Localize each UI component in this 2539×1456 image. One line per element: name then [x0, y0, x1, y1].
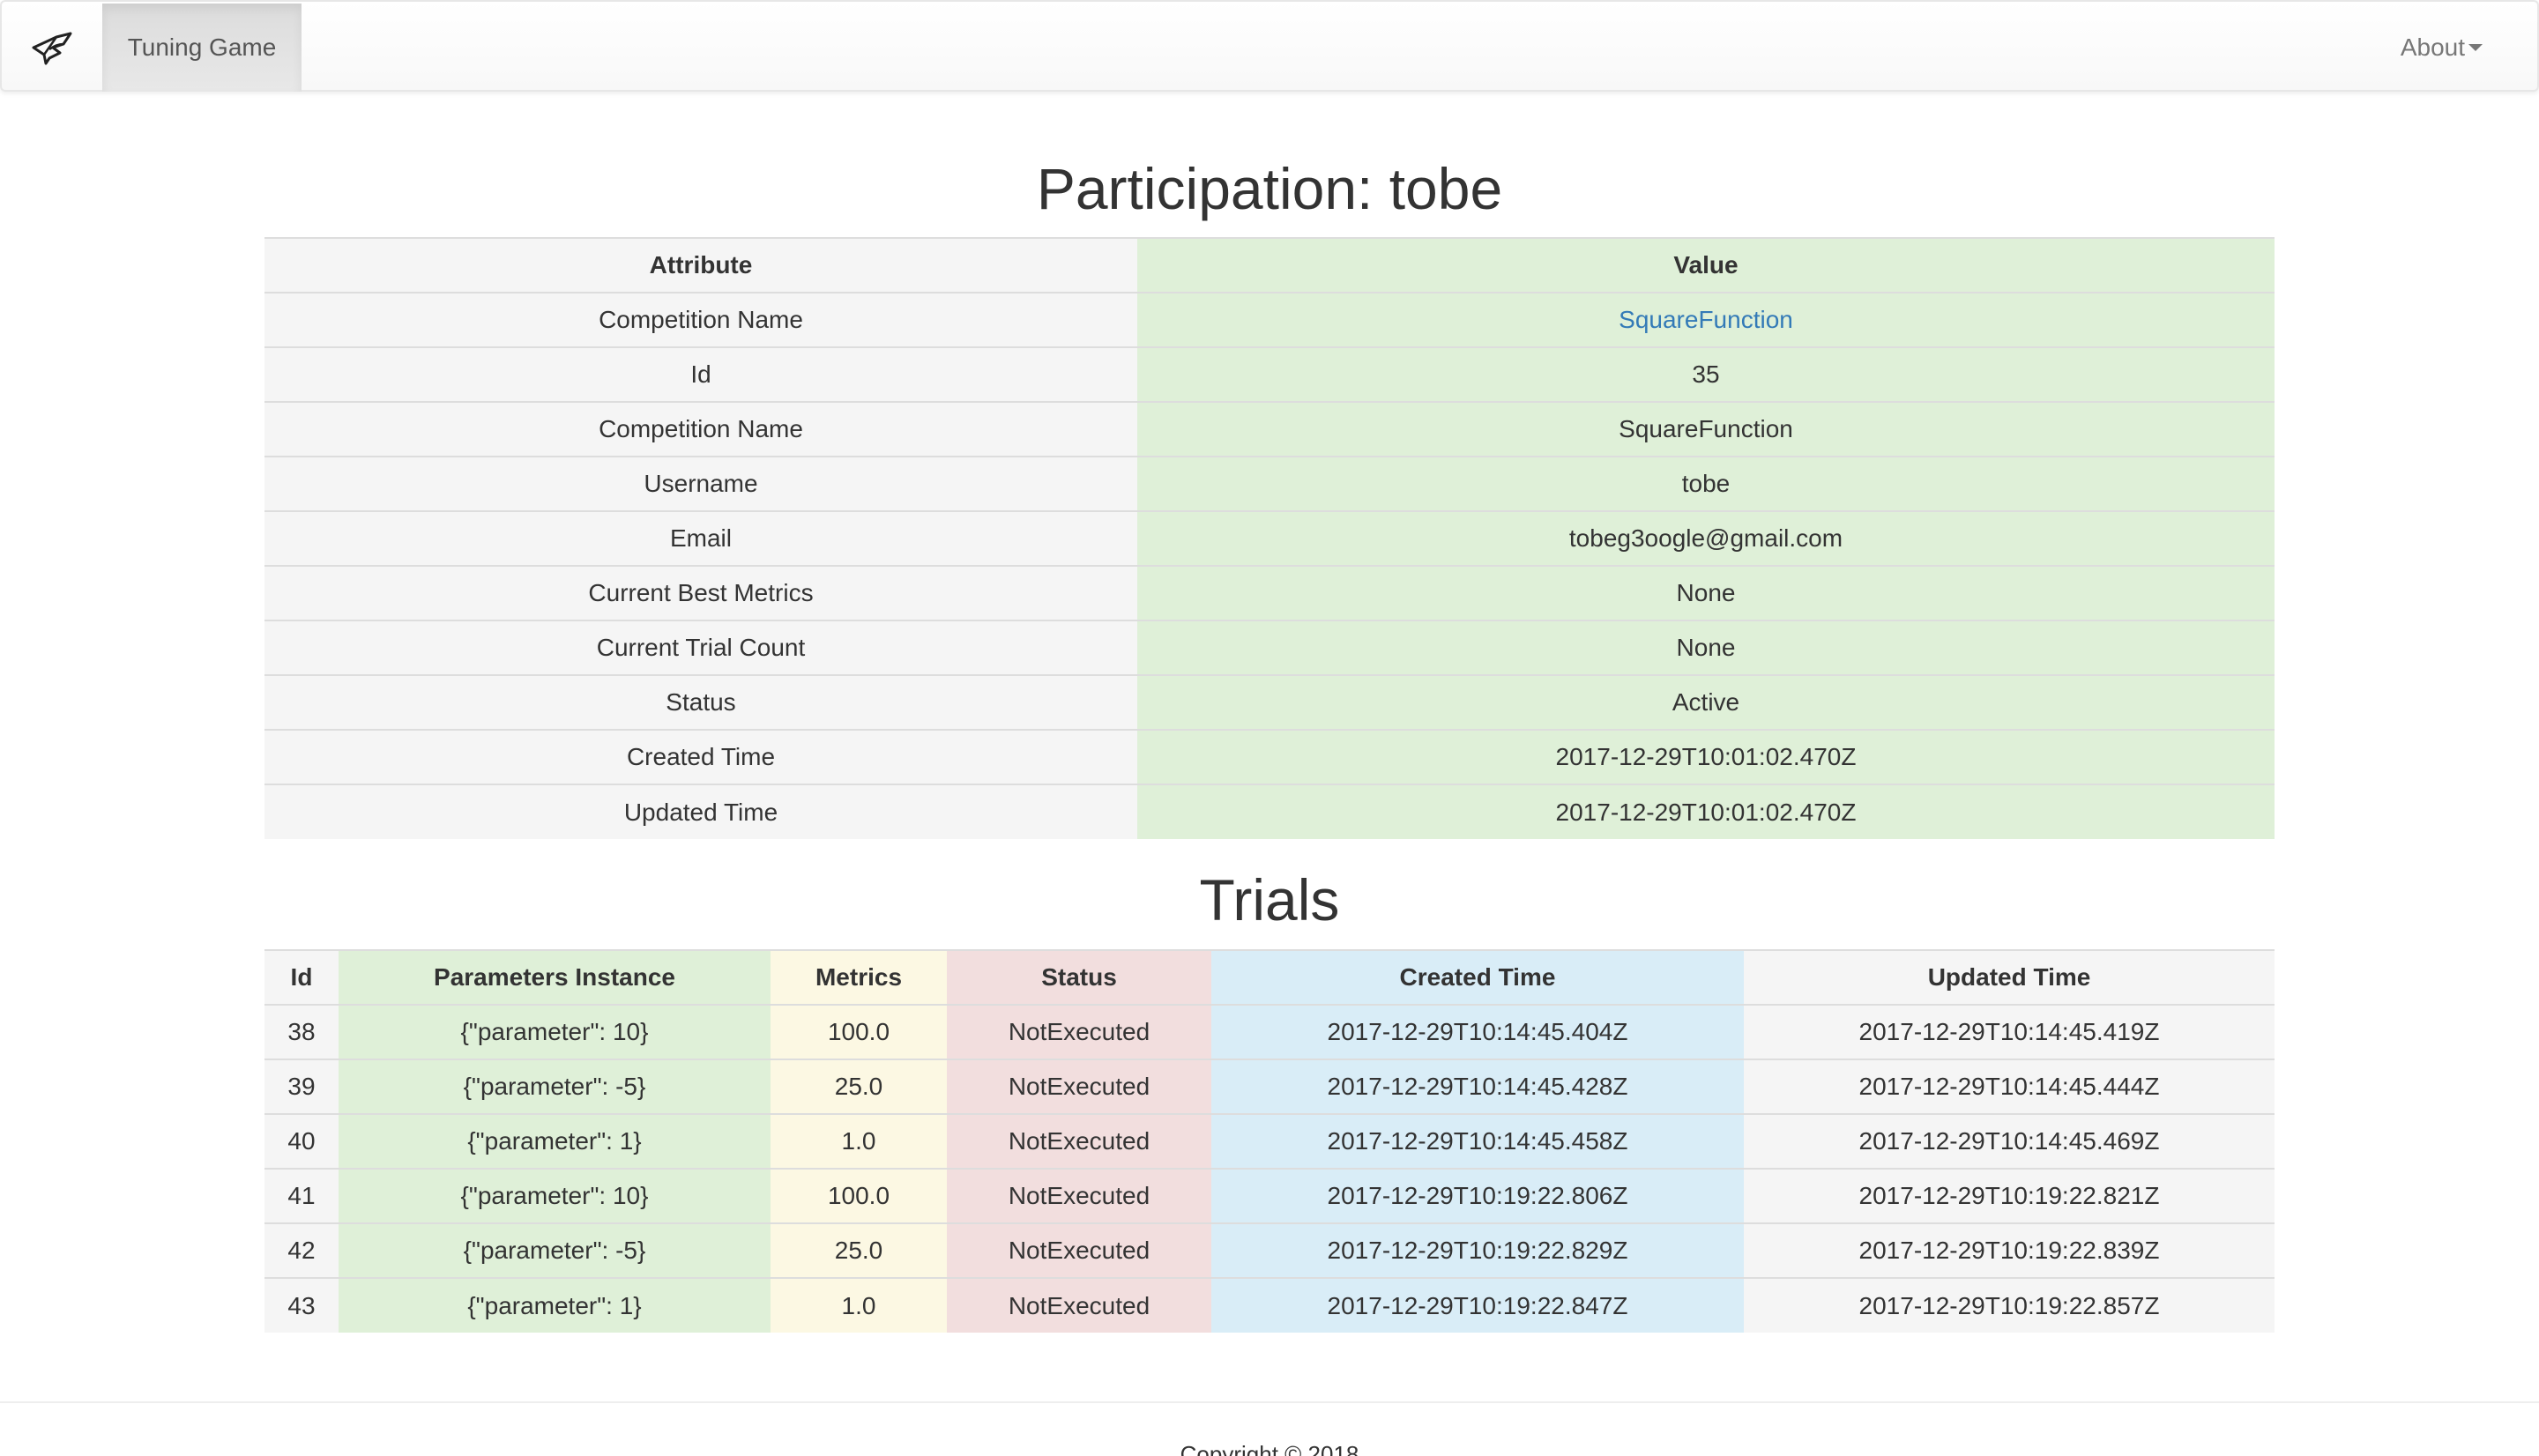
- table-row: Current Best Metrics None: [264, 565, 2275, 620]
- attribute-cell: Updated Time: [264, 784, 1137, 839]
- status-header: Status: [947, 949, 1211, 1006]
- competition-link[interactable]: SquareFunction: [1619, 306, 1793, 333]
- nav-tuning-game[interactable]: Tuning Game: [102, 4, 302, 92]
- attribute-cell: Username: [264, 456, 1137, 511]
- created-time-cell: 2017-12-29T10:19:22.829Z: [1211, 1222, 1744, 1278]
- attribute-cell: Current Best Metrics: [264, 565, 1137, 620]
- metrics-cell: 1.0: [771, 1277, 947, 1333]
- metrics-header: Metrics: [771, 949, 947, 1006]
- created-time-cell: 2017-12-29T10:14:45.458Z: [1211, 1113, 1744, 1169]
- table-row: Updated Time 2017-12-29T10:01:02.470Z: [264, 784, 2275, 839]
- footer-divider: [0, 1401, 2539, 1403]
- table-row: Username tobe: [264, 456, 2275, 511]
- status-cell: NotExecuted: [947, 1059, 1211, 1114]
- footer-copyright: Copyright © 2018: [1180, 1441, 1359, 1456]
- attribute-cell: Current Trial Count: [264, 620, 1137, 675]
- attribute-cell: Id: [264, 346, 1137, 402]
- table-row: 42 {"parameter": -5} 25.0 NotExecuted 20…: [264, 1222, 2275, 1278]
- updated-time-header: Updated Time: [1744, 949, 2275, 1006]
- trials-table: Id Parameters Instance Metrics Status Cr…: [264, 949, 2275, 1333]
- attribute-cell: Competition Name: [264, 401, 1137, 457]
- top-navbar: Tuning Game About: [0, 0, 2539, 92]
- kite-logo-svg: [32, 32, 72, 65]
- parameters-cell: {"parameter": 1}: [339, 1113, 771, 1169]
- table-row: 38 {"parameter": 10} 100.0 NotExecuted 2…: [264, 1004, 2275, 1059]
- created-time-cell: 2017-12-29T10:14:45.428Z: [1211, 1059, 1744, 1114]
- value-cell: tobe: [1137, 456, 2275, 511]
- kite-logo-icon[interactable]: [4, 4, 101, 92]
- status-cell: NotExecuted: [947, 1222, 1211, 1278]
- participation-title: Participation: tobe: [1036, 156, 1503, 221]
- id-header: Id: [264, 949, 339, 1006]
- attribute-cell: Created Time: [264, 729, 1137, 784]
- trials-header-row: Id Parameters Instance Metrics Status Cr…: [264, 949, 2275, 1006]
- value-cell: None: [1137, 565, 2275, 620]
- table-row: Id 35: [264, 346, 2275, 402]
- updated-time-cell: 2017-12-29T10:14:45.469Z: [1744, 1113, 2275, 1169]
- value-cell: Active: [1137, 674, 2275, 730]
- trials-title: Trials: [1199, 867, 1340, 932]
- table-row: Competition Name SquareFunction: [264, 401, 2275, 457]
- trial-id-cell: 41: [264, 1168, 339, 1223]
- parameters-header: Parameters Instance: [339, 949, 771, 1006]
- metrics-cell: 25.0: [771, 1059, 947, 1114]
- table-row: 39 {"parameter": -5} 25.0 NotExecuted 20…: [264, 1059, 2275, 1114]
- value-cell: SquareFunction: [1137, 292, 2275, 347]
- table-row: Current Trial Count None: [264, 620, 2275, 675]
- updated-time-cell: 2017-12-29T10:19:22.857Z: [1744, 1277, 2275, 1333]
- status-cell: NotExecuted: [947, 1168, 1211, 1223]
- metrics-cell: 100.0: [771, 1004, 947, 1059]
- table-row: 43 {"parameter": 1} 1.0 NotExecuted 2017…: [264, 1277, 2275, 1333]
- about-label: About: [2400, 33, 2465, 61]
- trial-id-cell: 39: [264, 1059, 339, 1114]
- value-cell: None: [1137, 620, 2275, 675]
- attribute-cell: Competition Name: [264, 292, 1137, 347]
- created-time-header: Created Time: [1211, 949, 1744, 1006]
- value-cell: 2017-12-29T10:01:02.470Z: [1137, 784, 2275, 839]
- table-row: Status Active: [264, 674, 2275, 730]
- parameters-cell: {"parameter": -5}: [339, 1059, 771, 1114]
- value-cell: tobeg3oogle@gmail.com: [1137, 510, 2275, 566]
- created-time-cell: 2017-12-29T10:19:22.847Z: [1211, 1277, 1744, 1333]
- table-row: 41 {"parameter": 10} 100.0 NotExecuted 2…: [264, 1168, 2275, 1223]
- trial-id-cell: 43: [264, 1277, 339, 1333]
- updated-time-cell: 2017-12-29T10:19:22.839Z: [1744, 1222, 2275, 1278]
- caret-down-icon: [2468, 44, 2483, 51]
- about-dropdown[interactable]: About: [2401, 4, 2483, 92]
- metrics-cell: 100.0: [771, 1168, 947, 1223]
- trial-id-cell: 40: [264, 1113, 339, 1169]
- participation-table: Attribute Value Competition Name SquareF…: [264, 237, 2275, 839]
- created-time-cell: 2017-12-29T10:19:22.806Z: [1211, 1168, 1744, 1223]
- trial-id-cell: 42: [264, 1222, 339, 1278]
- table-row: Email tobeg3oogle@gmail.com: [264, 510, 2275, 566]
- table-row: 40 {"parameter": 1} 1.0 NotExecuted 2017…: [264, 1113, 2275, 1169]
- parameters-cell: {"parameter": 1}: [339, 1277, 771, 1333]
- attribute-header: Attribute: [264, 237, 1137, 293]
- parameters-cell: {"parameter": -5}: [339, 1222, 771, 1278]
- status-cell: NotExecuted: [947, 1113, 1211, 1169]
- table-row: Created Time 2017-12-29T10:01:02.470Z: [264, 729, 2275, 784]
- trial-id-cell: 38: [264, 1004, 339, 1059]
- parameters-cell: {"parameter": 10}: [339, 1004, 771, 1059]
- updated-time-cell: 2017-12-29T10:19:22.821Z: [1744, 1168, 2275, 1223]
- parameters-cell: {"parameter": 10}: [339, 1168, 771, 1223]
- value-cell: 2017-12-29T10:01:02.470Z: [1137, 729, 2275, 784]
- value-cell: SquareFunction: [1137, 401, 2275, 457]
- status-cell: NotExecuted: [947, 1004, 1211, 1059]
- updated-time-cell: 2017-12-29T10:14:45.419Z: [1744, 1004, 2275, 1059]
- metrics-cell: 1.0: [771, 1113, 947, 1169]
- metrics-cell: 25.0: [771, 1222, 947, 1278]
- created-time-cell: 2017-12-29T10:14:45.404Z: [1211, 1004, 1744, 1059]
- attribute-cell: Status: [264, 674, 1137, 730]
- participation-header-row: Attribute Value: [264, 237, 2275, 293]
- status-cell: NotExecuted: [947, 1277, 1211, 1333]
- table-row: Competition Name SquareFunction: [264, 292, 2275, 347]
- value-header: Value: [1137, 237, 2275, 293]
- updated-time-cell: 2017-12-29T10:14:45.444Z: [1744, 1059, 2275, 1114]
- value-cell: 35: [1137, 346, 2275, 402]
- attribute-cell: Email: [264, 510, 1137, 566]
